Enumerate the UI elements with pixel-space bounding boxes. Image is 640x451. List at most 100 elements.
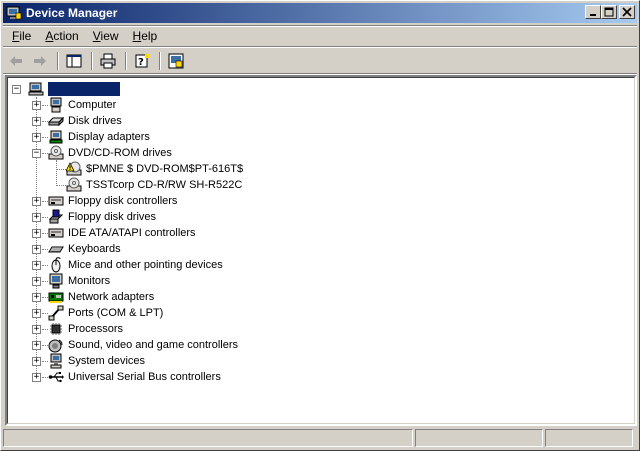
menu-file[interactable]: File — [5, 29, 38, 43]
tree-category-disk-drives[interactable]: Disk drives — [47, 113, 122, 129]
toolbar-separator — [159, 52, 161, 70]
menu-bar: File Action View Help — [5, 27, 164, 45]
minimize-button[interactable] — [585, 5, 601, 19]
forward-button[interactable] — [29, 51, 51, 71]
monitor-icon — [48, 273, 64, 289]
tree-category-monitors[interactable]: Monitors — [48, 273, 110, 289]
expand-toggle-display-adapters[interactable]: + — [32, 133, 41, 142]
status-bar — [3, 429, 637, 448]
port-icon — [48, 305, 64, 321]
tree-category-label: Floppy disk drives — [68, 211, 157, 223]
toolbar-separator — [125, 52, 127, 70]
tree-category-keyboards[interactable]: Keyboards — [48, 241, 121, 257]
status-pane-3 — [545, 429, 633, 447]
tree-category-label: Keyboards — [68, 243, 121, 255]
expand-toggle-floppy-disk-drives[interactable]: + — [32, 213, 41, 222]
sound-icon — [48, 337, 64, 353]
usb-icon — [48, 369, 64, 385]
tree-category-floppy-disk-drives[interactable]: Floppy disk drives — [48, 209, 156, 225]
controller-icon — [48, 225, 64, 241]
tree-category-label: Network adapters — [68, 291, 155, 303]
menu-bottom-divider — [3, 46, 637, 48]
root-collapse-toggle[interactable]: − — [12, 85, 21, 94]
tree-category-label: Disk drives — [68, 115, 122, 127]
system-icon — [48, 353, 64, 369]
device-manager-window: Device Manager File Action View Help ? −… — [0, 0, 640, 451]
tree-device-label: $PMNE $ DVD-ROM$PT-616T$ — [86, 163, 244, 175]
expand-toggle-floppy-disk-controllers[interactable]: + — [32, 197, 41, 206]
expand-toggle-keyboards[interactable]: + — [32, 245, 41, 254]
tree-category-mice-and-other-pointing-devices[interactable]: Mice and other pointing devices — [48, 257, 223, 273]
expand-toggle-sound-video-and-game-controllers[interactable]: + — [32, 341, 41, 350]
tree-category-label: Monitors — [68, 275, 111, 287]
maximize-button[interactable] — [601, 5, 617, 19]
expand-toggle-universal-serial-bus-controllers[interactable]: + — [32, 373, 41, 382]
expand-toggle-disk-drives[interactable]: + — [32, 117, 41, 126]
computer-icon — [28, 81, 44, 97]
tree-category-processors[interactable]: Processors — [48, 321, 123, 337]
tree-connector — [56, 160, 57, 184]
tree-category-dvd-cd-rom-drives[interactable]: DVD/CD-ROM drives — [48, 145, 172, 161]
tree-category-network-adapters[interactable]: Network adapters — [48, 289, 154, 305]
menu-view[interactable]: View — [86, 29, 126, 43]
properties-button[interactable] — [165, 51, 187, 71]
mouse-icon — [48, 257, 64, 273]
tree-device-label: TSSTcorp CD-R/RW SH-R522C — [86, 179, 243, 191]
computer-icon — [48, 97, 64, 113]
window-title: Device Manager — [26, 6, 118, 20]
tree-category-label: Mice and other pointing devices — [68, 259, 223, 271]
controller-icon — [48, 193, 64, 209]
expand-toggle-mice-and-other-pointing-devices[interactable]: + — [32, 261, 41, 270]
title-bar[interactable]: Device Manager — [3, 3, 637, 23]
print-button[interactable] — [97, 51, 119, 71]
help-button[interactable]: ? — [131, 51, 153, 71]
expand-toggle-ide-ata-atapi-controllers[interactable]: + — [32, 229, 41, 238]
tree-root[interactable] — [28, 81, 120, 97]
tree-device-tsstcorp-cd-r-rw-sh-r522c[interactable]: TSSTcorp CD-R/RW SH-R522C — [66, 177, 242, 193]
device-tree-pane[interactable]: − + Computer + Disk drives + Display adapters… — [5, 75, 637, 426]
tree-category-display-adapters[interactable]: Display adapters — [48, 129, 150, 145]
toolbar-separator — [91, 52, 93, 70]
tree-category-system-devices[interactable]: System devices — [48, 353, 145, 369]
expand-toggle-ports-com-lpt[interactable]: + — [32, 309, 41, 318]
processor-icon — [48, 321, 64, 337]
tree-category-label: Computer — [68, 99, 117, 111]
close-button[interactable] — [619, 5, 635, 19]
tree-category-sound-video-and-game-controllers[interactable]: Sound, video and game controllers — [48, 337, 238, 353]
tree-category-label: Universal Serial Bus controllers — [68, 371, 221, 383]
expand-toggle-network-adapters[interactable]: + — [32, 293, 41, 302]
menu-action[interactable]: Action — [38, 29, 85, 43]
status-pane-main — [3, 429, 413, 447]
menu-help[interactable]: Help — [126, 29, 165, 43]
expand-toggle-system-devices[interactable]: + — [32, 357, 41, 366]
tree-category-label: System devices — [68, 355, 146, 367]
expand-toggle-processors[interactable]: + — [32, 325, 41, 334]
toolbar: ? — [5, 50, 189, 72]
tree-category-label: Sound, video and game controllers — [68, 339, 238, 351]
tree-connector — [56, 169, 66, 170]
display-adapter-icon — [48, 129, 64, 145]
tree-category-computer[interactable]: Computer — [48, 97, 116, 113]
tree-category-floppy-disk-controllers[interactable]: Floppy disk controllers — [48, 193, 177, 209]
floppy-icon — [48, 209, 64, 225]
tree-category-label: Ports (COM & LPT) — [68, 307, 164, 319]
tree-category-ide-ata-atapi-controllers[interactable]: IDE ATA/ATAPI controllers — [48, 225, 196, 241]
show-hide-console-tree-button[interactable] — [63, 51, 85, 71]
disk-drive-icon — [47, 113, 65, 129]
tree-category-ports-com-lpt[interactable]: Ports (COM & LPT) — [48, 305, 163, 321]
tree-category-label: Processors — [68, 323, 124, 335]
cdrom-warning-icon — [65, 161, 82, 177]
tree-category-universal-serial-bus-controllers[interactable]: Universal Serial Bus controllers — [48, 369, 221, 385]
back-button[interactable] — [5, 51, 27, 71]
expand-toggle-computer[interactable]: + — [32, 101, 41, 110]
tree-device-pmne-dvd-rom-pt-616t[interactable]: $PMNE $ DVD-ROM$PT-616T$ — [65, 161, 244, 177]
network-adapter-icon — [48, 289, 64, 305]
console-tree-icon — [66, 54, 82, 68]
help-icon: ? — [135, 54, 149, 68]
expand-toggle-dvd-cd-rom-drives[interactable]: − — [32, 149, 41, 158]
expand-toggle-monitors[interactable]: + — [32, 277, 41, 286]
back-arrow-icon — [10, 56, 22, 66]
svg-text:?: ? — [138, 57, 144, 68]
toolbar-separator — [57, 52, 59, 70]
tree-category-label: IDE ATA/ATAPI controllers — [68, 227, 196, 239]
